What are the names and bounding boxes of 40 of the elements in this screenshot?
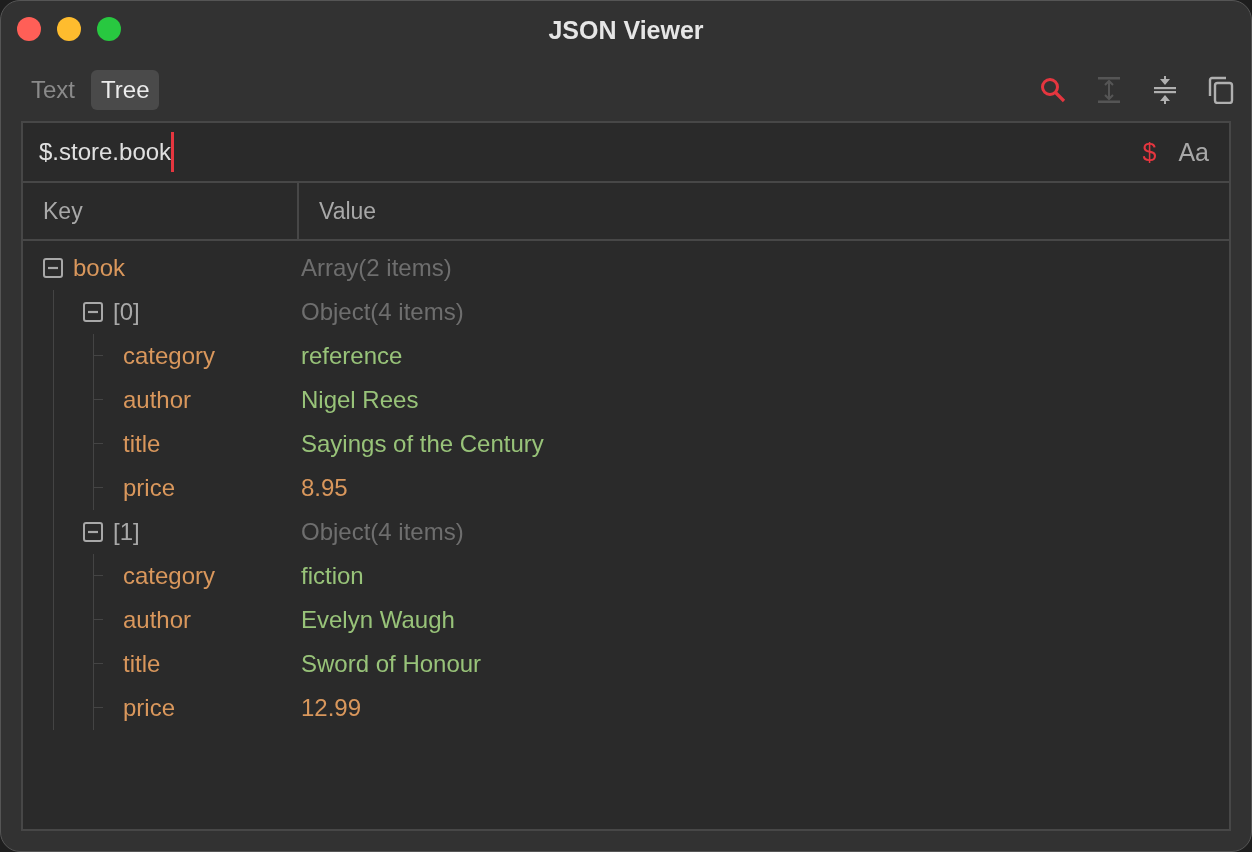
tree-value: reference bbox=[301, 342, 403, 370]
tree-value: 12.99 bbox=[301, 694, 362, 722]
tree-value: Object(4 items) bbox=[301, 298, 464, 326]
tab[interactable]: Text bbox=[21, 70, 85, 110]
tree-key: title bbox=[123, 430, 161, 458]
window-title: JSON Viewer bbox=[548, 15, 704, 45]
close-button[interactable] bbox=[17, 17, 41, 41]
tree-key: price bbox=[123, 474, 176, 502]
query-field[interactable]: $.store.book bbox=[39, 138, 172, 166]
search-icon[interactable] bbox=[1039, 76, 1067, 104]
column-header: Value bbox=[318, 197, 377, 225]
text-cursor bbox=[171, 132, 175, 172]
search-option-toggle[interactable]: $ bbox=[1140, 137, 1159, 167]
collapse-toggle-icon[interactable] bbox=[83, 302, 103, 322]
tree-key: [0] bbox=[113, 298, 140, 326]
tree-value: Nigel Rees bbox=[301, 386, 419, 414]
minimize-button[interactable] bbox=[57, 17, 81, 41]
tree-key: author bbox=[123, 606, 192, 634]
collapse-toggle-icon[interactable] bbox=[43, 258, 63, 278]
tree-key: [1] bbox=[113, 518, 140, 546]
tab[interactable]: Tree bbox=[91, 70, 160, 110]
search-option-toggle[interactable]: Aa bbox=[1176, 137, 1211, 167]
tree-key: book bbox=[73, 254, 126, 282]
tree-value: 8.95 bbox=[301, 474, 348, 502]
zoom-button[interactable] bbox=[97, 17, 121, 41]
tree-key: title bbox=[123, 650, 161, 678]
column-header: Key bbox=[23, 183, 299, 239]
tree-value: Sayings of the Century bbox=[301, 430, 544, 458]
copy-icon[interactable] bbox=[1207, 76, 1235, 104]
tree-value: Sword of Honour bbox=[301, 650, 482, 678]
tree-key: author bbox=[123, 386, 192, 414]
tree-value: fiction bbox=[301, 562, 364, 590]
collapse-toggle-icon[interactable] bbox=[83, 522, 103, 542]
collapse-all-icon[interactable] bbox=[1151, 76, 1179, 104]
tree-value: Array(2 items) bbox=[301, 254, 452, 282]
tree-value: Object(4 items) bbox=[301, 518, 464, 546]
tree-key: category bbox=[123, 562, 216, 590]
tree-key: price bbox=[123, 694, 176, 722]
tree-key: category bbox=[123, 342, 216, 370]
tree-value: Evelyn Waugh bbox=[301, 606, 455, 634]
